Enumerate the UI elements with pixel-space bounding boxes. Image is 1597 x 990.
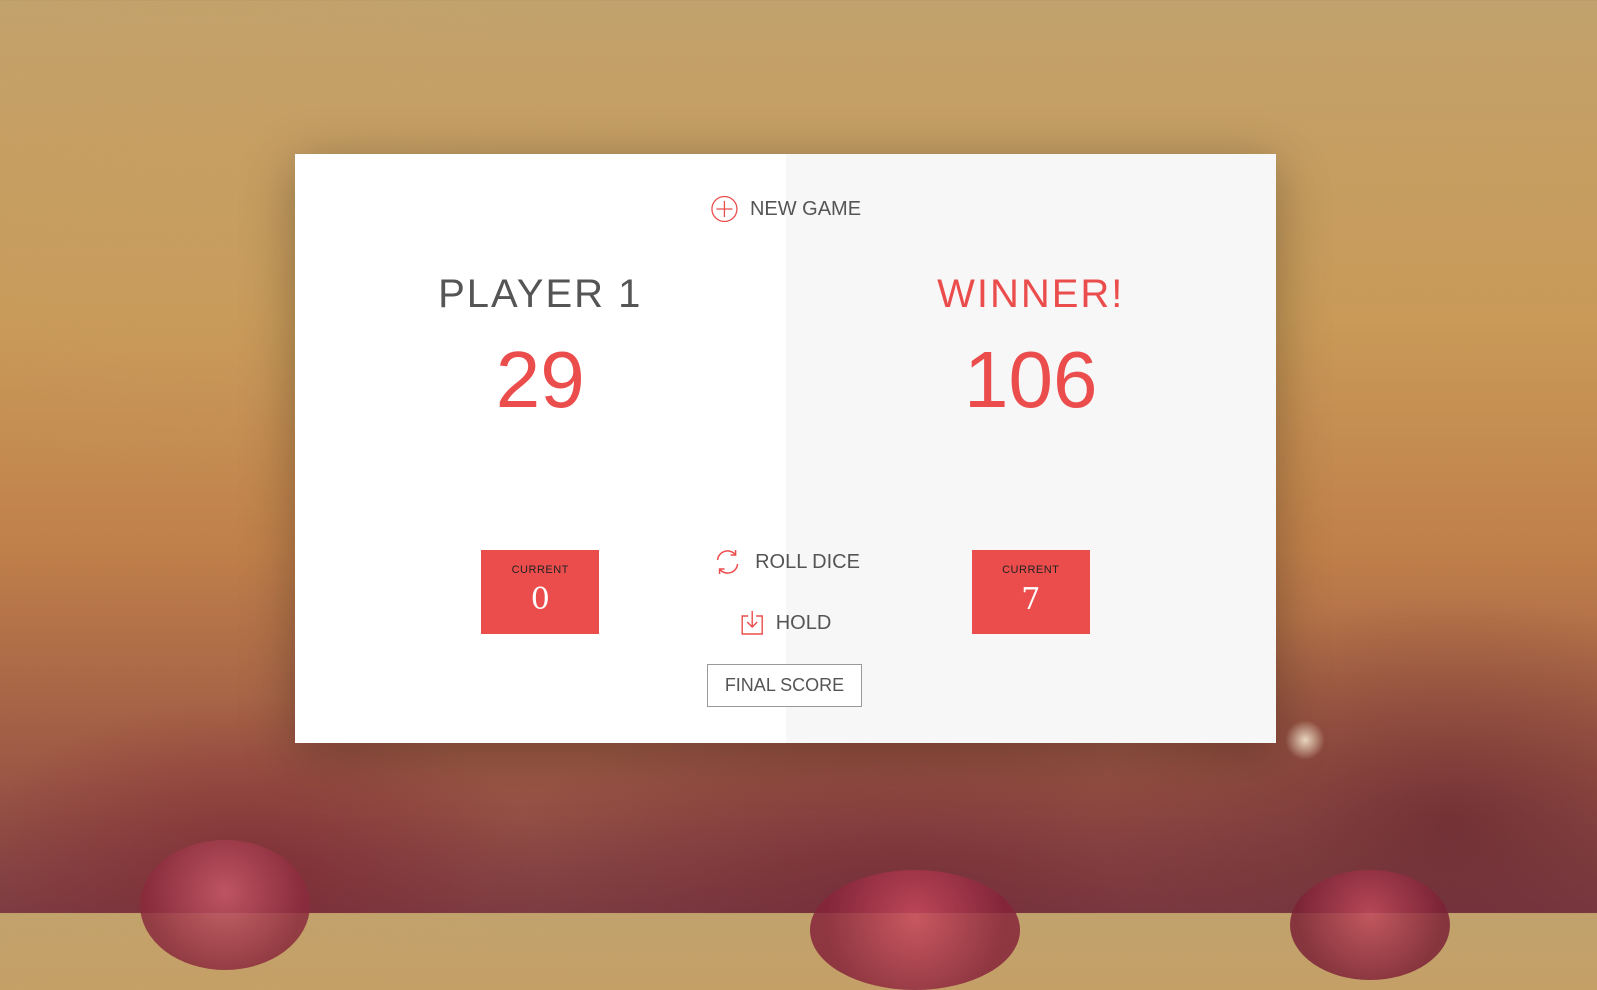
player-2-panel: WINNER! 106 CURRENT 7: [785, 154, 1276, 743]
roll-dice-label: ROLL DICE: [755, 550, 860, 573]
player-1-current-label: CURRENT: [511, 564, 569, 576]
player-2-name: WINNER!: [937, 272, 1125, 316]
roll-dice-button[interactable]: ROLL DICE: [711, 546, 860, 578]
hold-button[interactable]: HOLD: [740, 610, 832, 636]
player-1-name: PLAYER 1: [438, 272, 643, 316]
download-icon: [740, 610, 764, 636]
background-raspberry: [810, 870, 1020, 990]
game-board: PLAYER 1 29 CURRENT 0 WINNER! 106 CURREN…: [295, 154, 1276, 743]
final-score-button[interactable]: FINAL SCORE: [707, 664, 862, 707]
player-2-current-box: CURRENT 7: [971, 550, 1090, 634]
new-game-button[interactable]: NEW GAME: [710, 195, 861, 223]
player-1-current-score: 0: [530, 582, 550, 617]
player-2-current-score: 7: [1021, 582, 1041, 617]
refresh-icon: [711, 546, 743, 578]
background-raspberry: [1290, 870, 1450, 980]
background-light-glint: [1285, 720, 1325, 760]
background-raspberry: [140, 840, 310, 970]
final-score-label: FINAL SCORE: [724, 675, 845, 695]
player-2-score: 106: [964, 335, 1098, 424]
player-1-panel: PLAYER 1 29 CURRENT 0: [295, 154, 786, 743]
plus-circle-icon: [710, 195, 738, 223]
new-game-label: NEW GAME: [749, 197, 862, 220]
player-1-score: 29: [495, 335, 585, 424]
player-1-current-box: CURRENT 0: [481, 550, 600, 634]
hold-label: HOLD: [775, 611, 832, 634]
player-2-current-label: CURRENT: [1002, 564, 1060, 576]
